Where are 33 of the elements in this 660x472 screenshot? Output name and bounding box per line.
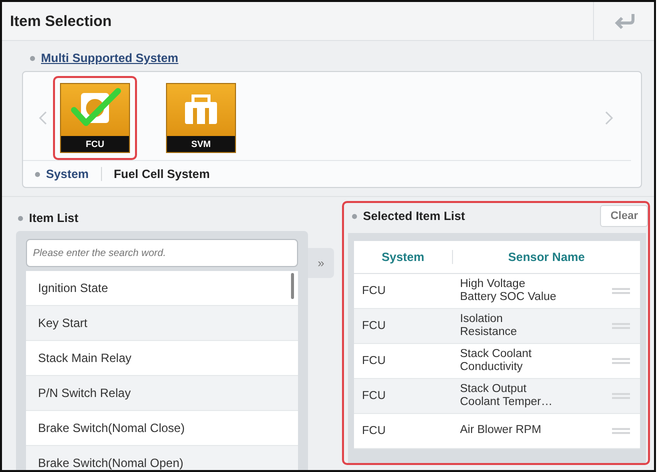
system-tile[interactable]: FCU <box>53 76 137 160</box>
scrollbar[interactable] <box>291 273 294 299</box>
table-cell-text: FCU <box>361 355 387 367</box>
clear-button[interactable]: Clear <box>600 205 648 227</box>
list-item[interactable]: P/N Switch Relay <box>26 376 298 411</box>
list-item[interactable]: Key Start <box>26 306 298 341</box>
table-cell-text: Stack Coolant Conductivity <box>459 348 533 374</box>
drag-handle-icon[interactable] <box>612 323 630 329</box>
drag-handle-icon[interactable] <box>612 288 630 294</box>
table-cell-text: FCU <box>361 320 387 332</box>
list-item[interactable]: Brake Switch(Nomal Open) <box>26 446 298 470</box>
drag-handle-icon[interactable] <box>612 428 630 434</box>
table-cell-text: FCU <box>361 425 387 437</box>
table-cell-text: FCU <box>361 390 387 402</box>
back-icon[interactable] <box>613 12 635 30</box>
column-header: Sensor Name <box>507 250 586 264</box>
table-cell-text: Air Blower RPM <box>459 424 542 438</box>
system-label: System <box>46 167 102 181</box>
system-value: Fuel Cell System <box>114 167 210 181</box>
drag-handle-icon[interactable] <box>612 393 630 399</box>
section-label: Multi Supported System <box>41 51 178 65</box>
table-cell-text: FCU <box>361 285 387 297</box>
section-label: Selected Item List <box>363 209 466 223</box>
table-cell-text: High Voltage Battery SOC Value <box>459 278 558 304</box>
drag-handle-icon[interactable] <box>612 358 630 364</box>
window-title: Item Selection <box>10 12 112 30</box>
column-header: System <box>354 250 453 264</box>
table-cell-text: Stack Output Coolant Temper… <box>459 382 554 410</box>
search-field[interactable]: Please enter the search word. <box>26 239 298 267</box>
table-cell-text: Isolation Resistance <box>459 312 518 340</box>
chevron-left-icon[interactable] <box>39 111 47 125</box>
section-label: Item List <box>29 211 78 225</box>
chevron-right-icon[interactable] <box>605 111 613 125</box>
